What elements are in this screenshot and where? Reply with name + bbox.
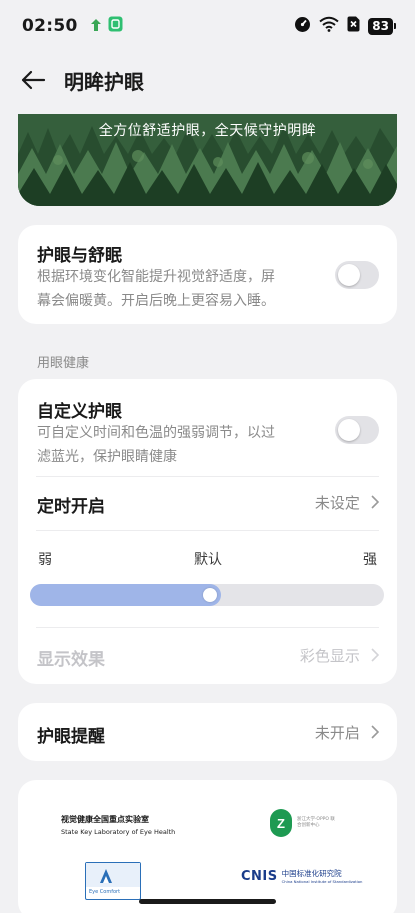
zju-emblem-icon: Z [270, 809, 292, 837]
app-badge-icon [108, 16, 123, 36]
eye-reminder-label: 护眼提醒 [37, 727, 105, 747]
zju-oppo-logo: Z 浙江大学·OPPO 联合创新中心 [269, 808, 339, 838]
custom-eye-toggle[interactable] [335, 416, 379, 444]
page-title: 明眸护眼 [64, 69, 144, 94]
slider-label-default: 默认 [194, 552, 222, 568]
timer-label: 定时开启 [37, 497, 105, 517]
chevron-right-icon [371, 494, 380, 513]
wifi-icon [319, 16, 339, 36]
nav-bar: 明眸护眼 [0, 52, 415, 108]
zju-text: 浙江大学·OPPO 联合创新中心 [297, 817, 335, 828]
lab-name-en: State Key Laboratory of Eye Health [61, 828, 176, 836]
eye-reminder-value: 未开启 [314, 724, 360, 742]
slider-fill [30, 584, 221, 606]
sim-off-icon [347, 16, 360, 36]
section-label-eye-health: 用眼健康 [37, 356, 90, 371]
tuv-triangle-icon [86, 863, 140, 887]
svg-text:Z: Z [277, 816, 285, 831]
status-time: 02:50 [22, 16, 78, 36]
eye-sleep-desc-line2: 幕会偏暖黄。开启后晚上更容易入睡。 [37, 293, 275, 309]
cnis-name-cn: 中国标准化研究院 [281, 869, 342, 878]
lab-name-cn: 视觉健康全国重点实验室 [61, 815, 149, 824]
display-effect-value: 彩色显示 [299, 647, 360, 665]
data-saver-icon [294, 16, 311, 37]
banner-slogan: 全方位舒适护眼，全天候守护明眸 [98, 123, 317, 139]
display-effect-label: 显示效果 [37, 650, 105, 670]
display-effect-row[interactable]: 显示效果 彩色显示 [18, 628, 397, 682]
custom-eye-desc-line1: 可自定义时间和色温的强弱调节，以过 [37, 425, 275, 441]
status-bar: 02:50 83 [0, 0, 415, 52]
chevron-right-icon [371, 647, 380, 666]
color-temperature-slider[interactable] [30, 584, 384, 606]
tuv-text: Eye Comfort [89, 889, 121, 895]
slider-label-weak: 弱 [38, 552, 52, 568]
cnis-logo: CNIS 中国标准化研究院 China National Institute o… [241, 868, 363, 885]
tuv-eye-comfort-badge: Eye Comfort [85, 862, 141, 900]
eye-sleep-title: 护眼与舒眠 [37, 246, 122, 266]
slider-thumb[interactable] [203, 588, 217, 602]
divider [36, 530, 379, 531]
upload-icon [90, 17, 102, 36]
custom-eye-desc-line2: 滤蓝光，保护眼睛健康 [37, 449, 177, 465]
cnis-emblem: CNIS [241, 868, 278, 884]
eye-health-lab-logo: 视觉健康全国重点实验室 State Key Laboratory of Eye … [61, 814, 175, 836]
timer-value: 未设定 [314, 494, 360, 512]
forest-banner: 全方位舒适护眼，全天候守护明眸 [18, 114, 397, 206]
chevron-right-icon [371, 724, 380, 743]
eye-sleep-card: 护眼与舒眠 根据环境变化智能提升视觉舒适度，屏 幕会偏暖黄。开启后晚上更容易入睡… [18, 225, 397, 324]
certification-card: 视觉健康全国重点实验室 State Key Laboratory of Eye … [18, 780, 397, 913]
custom-eye-card: 自定义护眼 可自定义时间和色温的强弱调节，以过 滤蓝光，保护眼睛健康 定时开启 … [18, 379, 397, 684]
battery-icon: 83 [368, 17, 396, 35]
timer-row[interactable]: 定时开启 未设定 [18, 477, 397, 529]
back-arrow-icon[interactable] [18, 65, 48, 95]
home-indicator[interactable] [139, 899, 276, 904]
cnis-name-en: China National Institute of Standardizat… [281, 879, 363, 884]
eye-sleep-desc-line1: 根据环境变化智能提升视觉舒适度，屏 [37, 269, 275, 285]
slider-label-strong: 强 [363, 552, 377, 568]
custom-eye-title: 自定义护眼 [37, 402, 122, 422]
eye-reminder-row[interactable]: 护眼提醒 未开启 [18, 703, 397, 761]
eye-sleep-toggle[interactable] [335, 261, 379, 289]
